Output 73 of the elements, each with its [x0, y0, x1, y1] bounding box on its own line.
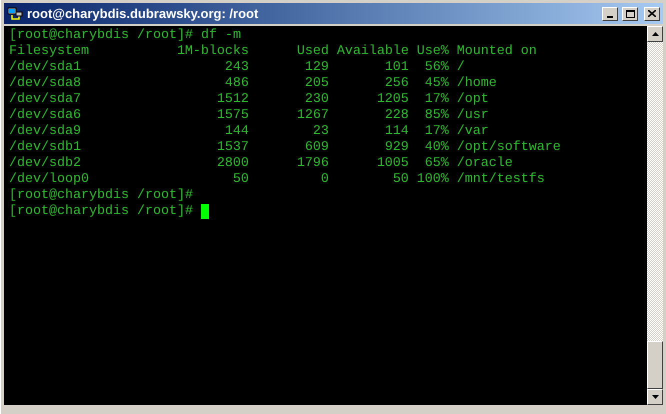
- maximize-icon: [626, 10, 634, 18]
- table-cell-text: 144: [224, 124, 249, 140]
- close-icon: [648, 10, 656, 17]
- table-cell-text: 1796: [296, 156, 329, 172]
- table-cell-text: 243: [224, 60, 249, 76]
- table-cell-text: 23: [312, 124, 329, 140]
- table-cell-text: 228: [384, 108, 409, 124]
- shell-command: df -m: [200, 28, 241, 44]
- network-icon: [7, 6, 23, 22]
- table-cell: /mnt/testfs: [456, 172, 545, 188]
- text-cursor: [200, 204, 209, 219]
- minimize-button[interactable]: [602, 6, 618, 20]
- column-header: Use%: [416, 44, 449, 60]
- table-cell-text: /dev/loop0: [9, 172, 90, 188]
- column-header: Available: [336, 44, 409, 60]
- table-cell-text: 1537: [216, 140, 249, 156]
- column-header: Filesystem: [9, 44, 90, 60]
- table-cell-text: 50: [392, 172, 409, 188]
- table-cell: /: [456, 60, 465, 76]
- table-cell: /usr: [456, 108, 489, 124]
- table-cell: 100%: [416, 172, 449, 188]
- close-button[interactable]: [644, 6, 660, 20]
- scroll-down-button[interactable]: [647, 389, 663, 405]
- column-header: Used: [296, 44, 329, 60]
- scroll-thumb[interactable]: [647, 341, 663, 389]
- table-cell-text: 609: [304, 140, 329, 156]
- table-cell: /oracle: [456, 156, 513, 172]
- window-title: root@charybdis.dubrawsky.org: /root: [27, 4, 258, 23]
- table-cell-text: /dev/sdb2: [9, 156, 82, 172]
- table-cell-text: /dev/sda8: [9, 76, 82, 92]
- table-cell-text: /dev/sda1: [9, 60, 82, 76]
- table-cell-text: 256: [384, 76, 409, 92]
- column-header: Mounted on: [456, 44, 537, 60]
- shell-prompt: [root@charybdis /root]#: [9, 204, 193, 220]
- table-cell-text: 486: [224, 76, 249, 92]
- table-cell-text: 17%: [424, 92, 449, 108]
- table-cell-text: /dev/sda7: [9, 92, 82, 108]
- table-cell-text: 1205: [376, 92, 409, 108]
- table-cell-text: 85%: [424, 108, 449, 124]
- table-cell-text: 40%: [424, 140, 449, 156]
- table-cell-text: 50: [232, 172, 249, 188]
- table-cell-text: /dev/sda9: [9, 124, 82, 140]
- table-cell-text: 129: [304, 60, 329, 76]
- table-cell-text: 1512: [216, 92, 249, 108]
- table-cell: /opt/software: [456, 140, 561, 156]
- table-cell-text: /dev/sdb1: [9, 140, 82, 156]
- table-cell-text: 45%: [424, 76, 449, 92]
- scrollbar[interactable]: [647, 26, 663, 405]
- column-header: 1M-blocks: [176, 44, 249, 60]
- table-cell-text: 114: [384, 124, 409, 140]
- shell-prompt: [root@charybdis /root]#: [9, 188, 193, 204]
- table-cell-text: 1575: [216, 108, 249, 124]
- minimize-icon: [607, 16, 613, 18]
- table-cell-text: 230: [304, 92, 329, 108]
- table-cell-text: 1267: [296, 108, 329, 124]
- table-cell-text: 205: [304, 76, 329, 92]
- table-cell-text: 2800: [216, 156, 249, 172]
- down-arrow-icon: [652, 395, 658, 399]
- table-cell: /var: [456, 124, 489, 140]
- table-cell: /home: [456, 76, 497, 92]
- up-arrow-icon: [652, 32, 658, 36]
- table-cell-text: 17%: [424, 124, 449, 140]
- table-cell-text: 0: [320, 172, 329, 188]
- shell-prompt: [root@charybdis /root]#: [9, 28, 193, 44]
- table-cell-text: 101: [384, 60, 409, 76]
- table-cell: /opt: [456, 92, 489, 108]
- scroll-up-button[interactable]: [647, 26, 663, 42]
- table-cell-text: 65%: [424, 156, 449, 172]
- table-cell-text: 56%: [424, 60, 449, 76]
- table-cell-text: /dev/sda6: [9, 108, 82, 124]
- table-cell-text: 1005: [376, 156, 409, 172]
- maximize-button[interactable]: [622, 6, 638, 20]
- table-cell-text: 929: [384, 140, 409, 156]
